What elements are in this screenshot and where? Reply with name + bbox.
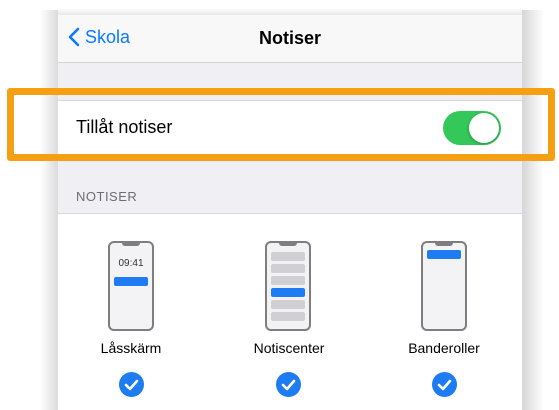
- lock-screen-notification-bar: [114, 277, 148, 286]
- panel-shadow-right: [522, 10, 544, 410]
- banner-bar: [427, 250, 461, 259]
- settings-panel: Skola Notiser Tillåt notiser NOTISER 09:…: [58, 15, 522, 410]
- lock-screen-label: Låsskärm: [100, 340, 162, 356]
- checkmark-circle-icon: [281, 379, 296, 391]
- lock-screen-check[interactable]: [119, 372, 144, 397]
- phone-notch: [435, 242, 453, 246]
- lock-screen-time: 09:41: [118, 258, 144, 269]
- option-banners[interactable]: Banderoller: [379, 214, 509, 410]
- list-bar: [271, 276, 305, 285]
- list-bar: [271, 300, 305, 309]
- banners-phone-icon: [421, 241, 467, 331]
- notification-center-phone-icon: [265, 241, 311, 331]
- banners-label: Banderoller: [408, 340, 480, 356]
- checkmark-circle-icon: [437, 379, 452, 391]
- list-bar: [271, 312, 305, 321]
- checkmark-circle-icon: [124, 379, 139, 391]
- option-notification-center[interactable]: Notiscenter: [224, 214, 354, 410]
- list-bar: [271, 252, 305, 261]
- phone-notch: [279, 242, 297, 246]
- section-header: NOTISER: [76, 189, 138, 204]
- notification-center-highlight-bar: [271, 288, 305, 297]
- alert-styles-group: 09:41 Låsskärm Notiscenter Banderoller: [58, 213, 522, 410]
- lock-screen-phone-icon: 09:41: [108, 241, 154, 331]
- option-lock-screen[interactable]: 09:41 Låsskärm: [66, 214, 196, 410]
- panel-shadow-left: [40, 10, 58, 410]
- list-bar: [271, 264, 305, 273]
- callout-highlight-box: [7, 88, 555, 161]
- notification-center-label: Notiscenter: [253, 340, 325, 356]
- notification-center-check[interactable]: [276, 372, 301, 397]
- phone-notch: [122, 242, 140, 246]
- page-title: Notiser: [258, 28, 321, 48]
- navigation-bar: Skola Notiser: [58, 15, 522, 63]
- banners-check[interactable]: [432, 372, 457, 397]
